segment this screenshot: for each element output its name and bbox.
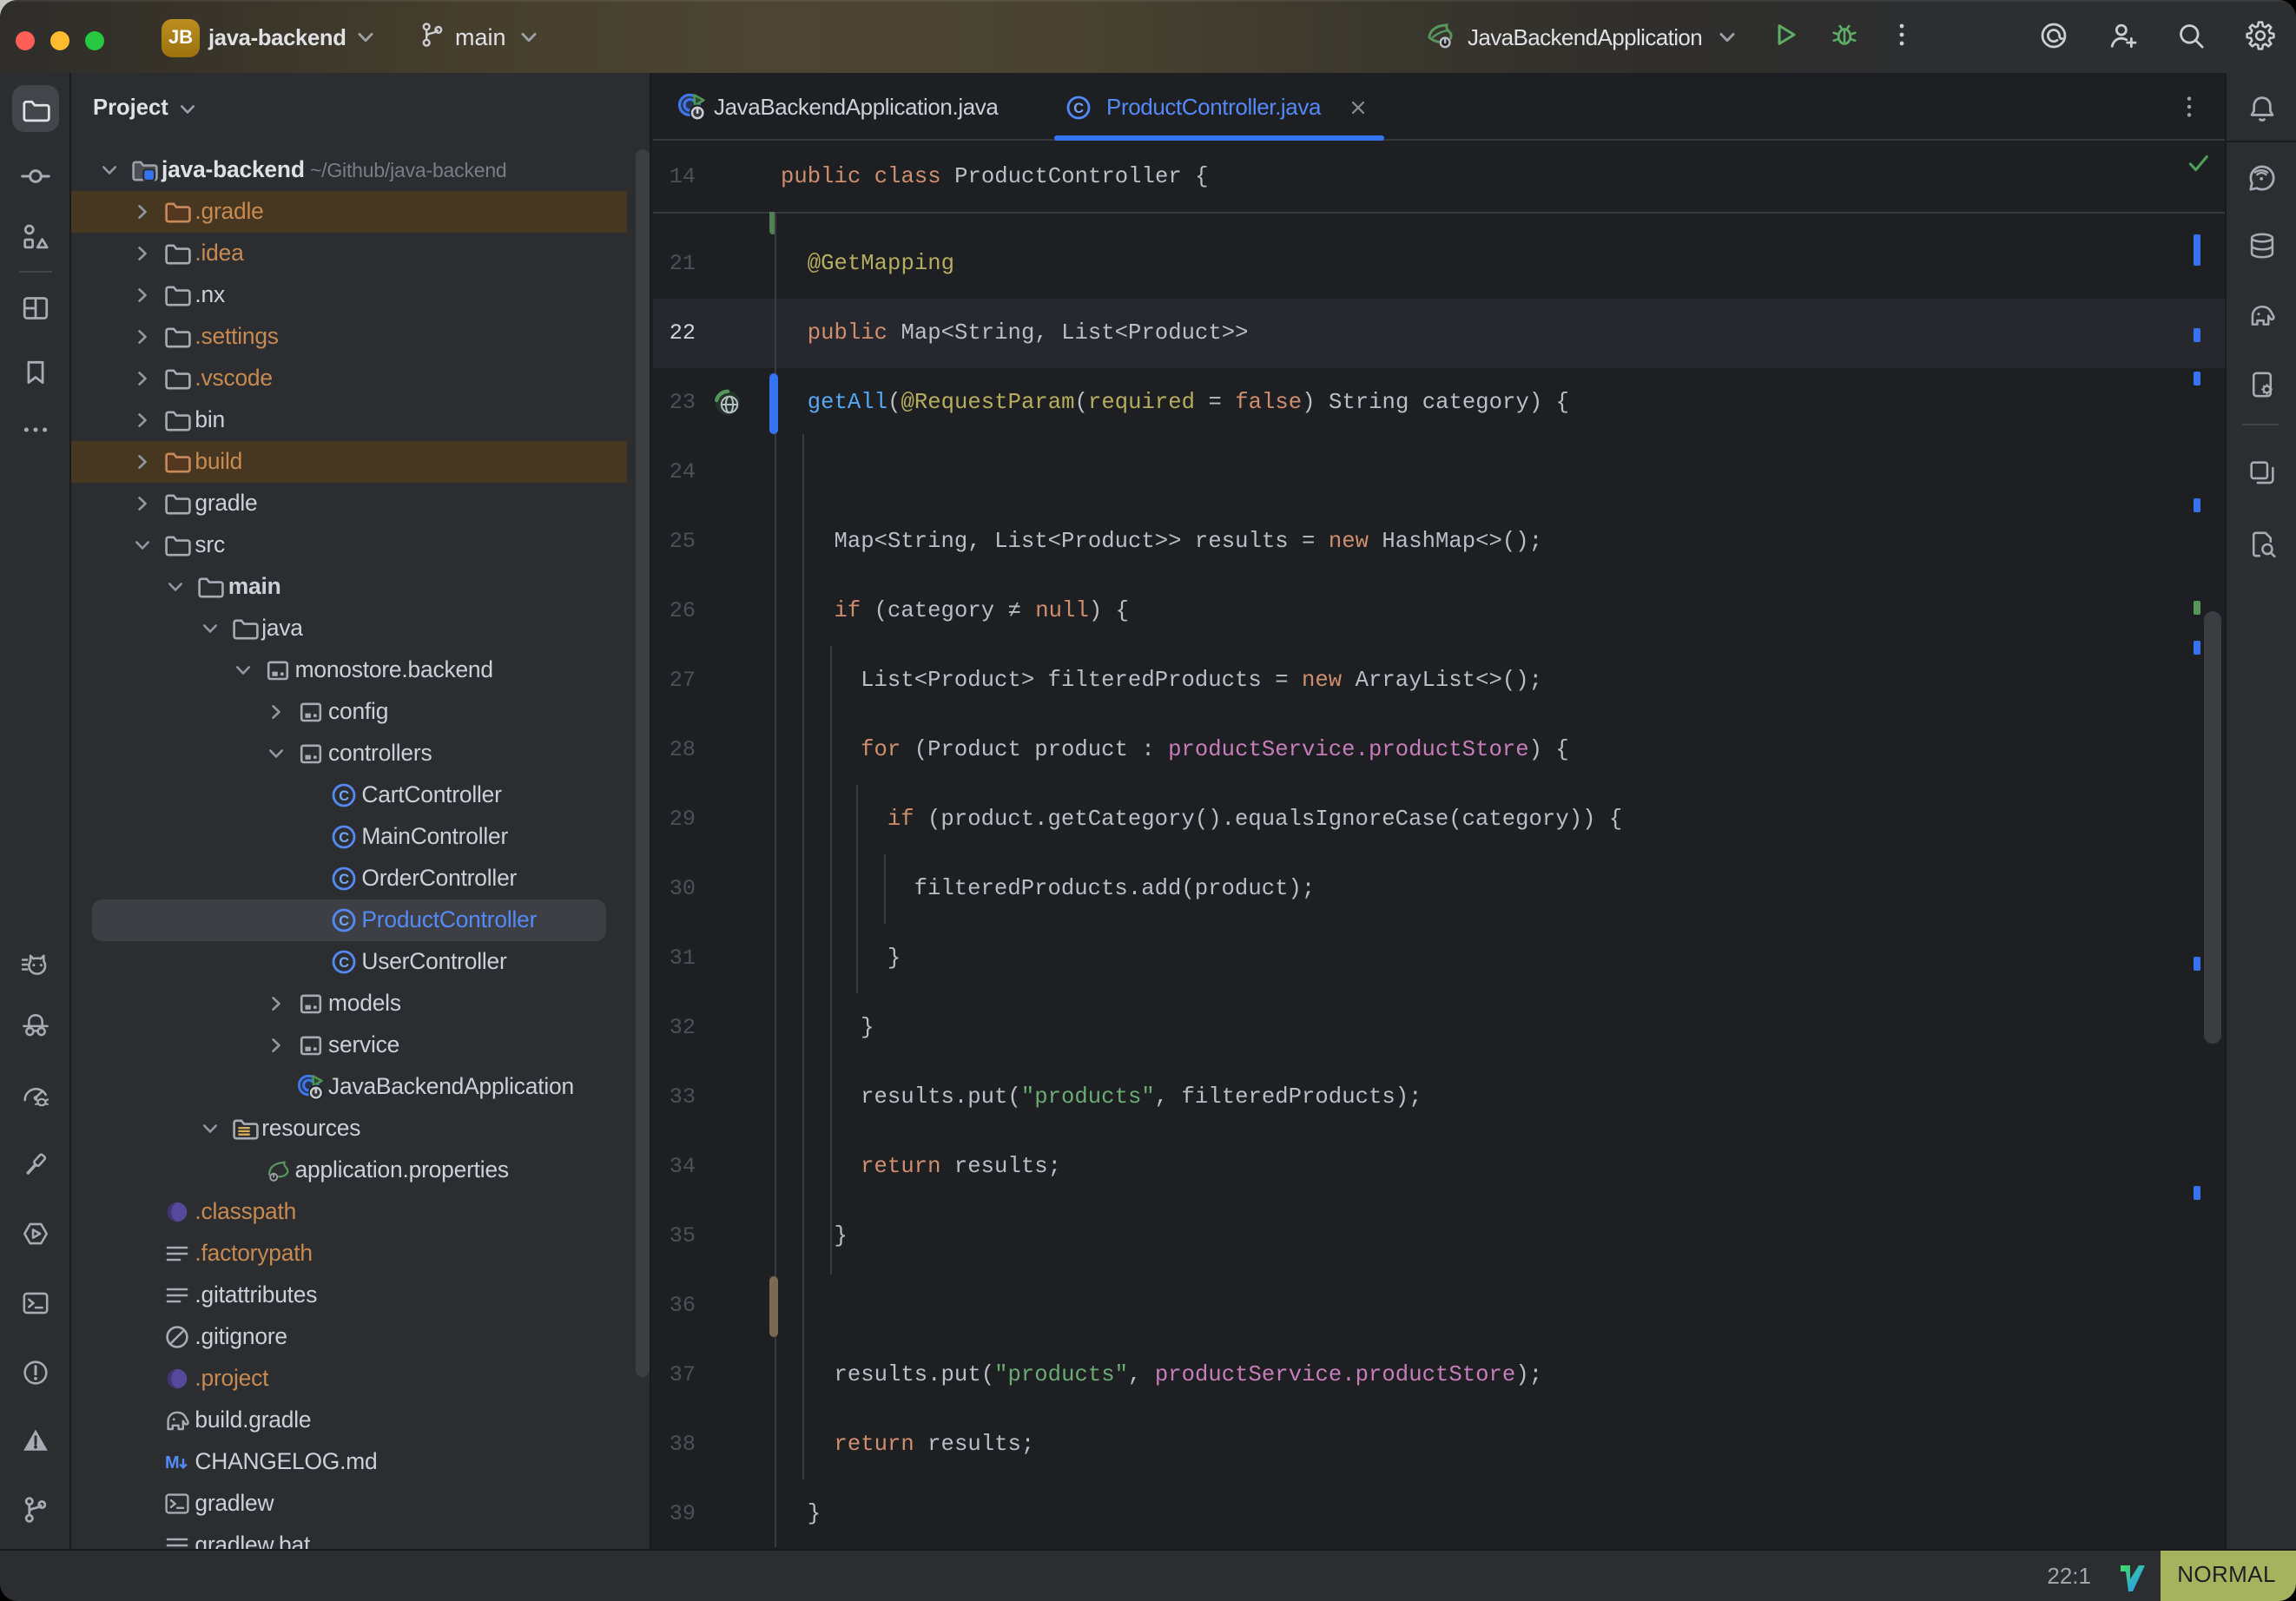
svg-text:C: C [340, 788, 350, 804]
svg-text:C: C [340, 955, 350, 971]
svg-text:C: C [340, 913, 350, 929]
svg-text:C: C [340, 830, 350, 846]
svg-text:M: M [165, 1453, 180, 1473]
svg-text:C: C [1073, 101, 1084, 116]
svg-text:C: C [340, 872, 350, 887]
